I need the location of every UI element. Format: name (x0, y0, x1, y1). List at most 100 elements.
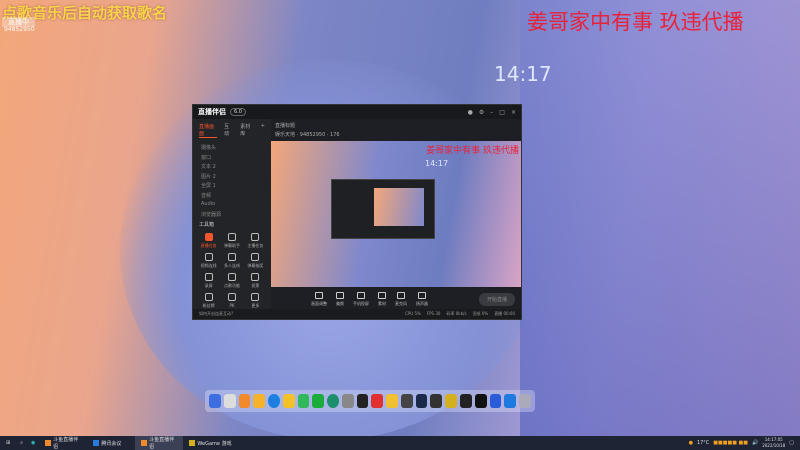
status-hint[interactable]: 如何开启连麦互动? (199, 311, 233, 317)
app-icon[interactable] (209, 394, 221, 408)
source-item[interactable]: 全屏 1 (193, 180, 271, 190)
app-icon[interactable] (356, 394, 369, 408)
tool-item[interactable]: 直播任务 (197, 233, 220, 249)
source-item[interactable]: Audio (193, 199, 271, 209)
start-icon[interactable]: ⊞ (0, 440, 16, 446)
app-icon[interactable] (327, 394, 339, 408)
source-item[interactable]: 文本 2 (193, 161, 271, 171)
status-item: 码率 0kb/s (446, 311, 467, 316)
edge-icon[interactable]: ◉ (27, 440, 39, 446)
speaker-button[interactable]: 扬声器 (416, 291, 428, 307)
control-bar: 画面调整 美颜 手机投屏 素材 麦克风 扬声器 开始直播 (271, 287, 521, 311)
notification-icon[interactable]: ▢ (789, 440, 794, 446)
preview-notice: 姜哥家中有事 玖违代播 (426, 146, 519, 156)
tab-library[interactable]: 素材库 (240, 123, 254, 138)
left-panel: 直播画面 互动 素材库 + 摄像头 窗口 文本 2 图片 2 全屏 1 音频 A… (193, 119, 271, 311)
viewer-count: 176 (330, 132, 340, 138)
tool-item[interactable]: PK (220, 293, 243, 309)
room-id-overlay: 94852950 (4, 26, 35, 33)
tool-item[interactable]: 弹幕抽奖 (244, 253, 267, 269)
control-button[interactable]: 手机投屏 (353, 291, 369, 307)
close-icon[interactable]: × (511, 109, 516, 116)
app-icon[interactable] (504, 394, 517, 408)
title-bar[interactable]: 直播伴侣 6.0 ● ⚙ – □ × (193, 105, 521, 119)
app-icon[interactable] (238, 394, 251, 408)
app-icon[interactable] (341, 394, 354, 408)
preview-clock: 14:17 (425, 159, 449, 168)
tool-item[interactable]: 弹幕助手 (220, 233, 243, 249)
mic-button[interactable]: 麦克风 (395, 291, 407, 307)
clock-overlay: 14:17 (494, 62, 552, 86)
source-item[interactable]: 浏览器源 (193, 209, 271, 219)
app-icon[interactable] (371, 394, 384, 408)
tool-item[interactable]: 粉丝牌 (197, 293, 220, 309)
search-icon[interactable]: ⌕ (16, 440, 27, 446)
stream-title[interactable]: 直播标题 (275, 123, 295, 129)
tool-item[interactable]: 点歌功能 (220, 273, 243, 289)
source-item[interactable]: 摄像头 (193, 142, 271, 152)
notice-overlay: 姜哥家中有事 玖违代播 (527, 10, 744, 34)
tray-icons[interactable]: ■■■■■ ■■ (713, 440, 748, 446)
source-item[interactable]: 图片 2 (193, 171, 271, 181)
source-item[interactable]: 窗口 (193, 152, 271, 162)
settings-icon[interactable]: ⚙ (479, 109, 484, 116)
taskbar-app[interactable]: 斗鱼直播伴侣 (135, 436, 184, 450)
control-button[interactable]: 素材 (378, 291, 386, 307)
tab-interact[interactable]: 互动 (224, 123, 233, 138)
toolbox-heading: 工具箱 (199, 222, 215, 228)
start-live-button[interactable]: 开始直播 (478, 292, 515, 306)
app-icon[interactable] (415, 394, 428, 408)
app-icon[interactable] (430, 394, 443, 408)
app-icon[interactable] (282, 394, 295, 408)
status-item: 直播 00:00 (494, 311, 515, 316)
tool-item[interactable]: 多人连线 (220, 253, 243, 269)
clock[interactable]: 14:17:05 2022/10/18 (762, 437, 785, 449)
maximize-icon[interactable]: □ (499, 109, 505, 116)
control-button[interactable]: 画面调整 (311, 291, 327, 307)
app-icon[interactable] (297, 394, 310, 408)
temperature: 17°C (696, 440, 710, 446)
stream-preview[interactable]: 姜哥家中有事 玖违代播 14:17 (271, 141, 521, 287)
app-icon[interactable] (223, 394, 236, 408)
app-icon[interactable] (268, 394, 280, 408)
tool-item[interactable]: 视频连线 (197, 253, 220, 269)
app-icon[interactable] (445, 394, 458, 408)
add-icon[interactable]: + (261, 123, 265, 138)
room-id: 94852950 (299, 132, 326, 138)
recursive-preview-inner (374, 188, 424, 226)
recursive-preview (331, 179, 435, 239)
taskbar-app[interactable]: 腾讯会议 (87, 436, 135, 450)
app-icon[interactable] (312, 394, 325, 408)
status-item: 丢帧 0% (472, 311, 489, 316)
volume-icon[interactable]: 🔊 (752, 440, 758, 446)
avatar[interactable]: ● (468, 109, 473, 116)
app-icon[interactable] (253, 394, 266, 408)
tool-item[interactable]: 主播任务 (244, 233, 267, 249)
app-logo: 直播伴侣 (198, 108, 226, 116)
taskbar-app[interactable]: WeGame 游戏 (183, 436, 243, 450)
app-icon[interactable] (460, 394, 472, 408)
streaming-app-window: 直播伴侣 6.0 ● ⚙ – □ × 直播画面 互动 素材库 + 摄像头 窗口 文本 2… (192, 104, 522, 320)
minimize-icon[interactable]: – (490, 109, 493, 116)
category[interactable]: 娱乐天地 (275, 132, 295, 138)
status-item: FPS 30 (426, 311, 441, 316)
app-icon[interactable] (400, 394, 413, 408)
version-badge[interactable]: 6.0 (230, 108, 246, 116)
app-icon[interactable] (489, 394, 502, 408)
source-item[interactable]: 音频 (193, 190, 271, 200)
app-icon[interactable] (386, 394, 398, 408)
background-photo-hair (520, 0, 800, 436)
system-tray: ● 17°C ■■■■■ ■■ 🔊 14:17:05 2022/10/18 ▢ (689, 437, 800, 449)
tool-item[interactable]: 投票 (244, 273, 267, 289)
status-item: CPU 5% (405, 311, 421, 316)
tool-item[interactable]: 录屏 (197, 273, 220, 289)
tab-scene[interactable]: 直播画面 (199, 123, 218, 138)
dock (205, 390, 535, 412)
app-icon[interactable] (474, 394, 487, 408)
status-bar: 如何开启连麦互动? CPU 5% FPS 30 码率 0kb/s 丢帧 0% 直… (193, 309, 521, 319)
weather-icon: ● (688, 440, 693, 446)
app-icon[interactable] (519, 394, 531, 408)
taskbar-app[interactable]: 斗鱼直播伴侣 (39, 436, 87, 450)
tool-item[interactable]: 更多 (244, 293, 267, 309)
control-button[interactable]: 美颜 (336, 291, 344, 307)
